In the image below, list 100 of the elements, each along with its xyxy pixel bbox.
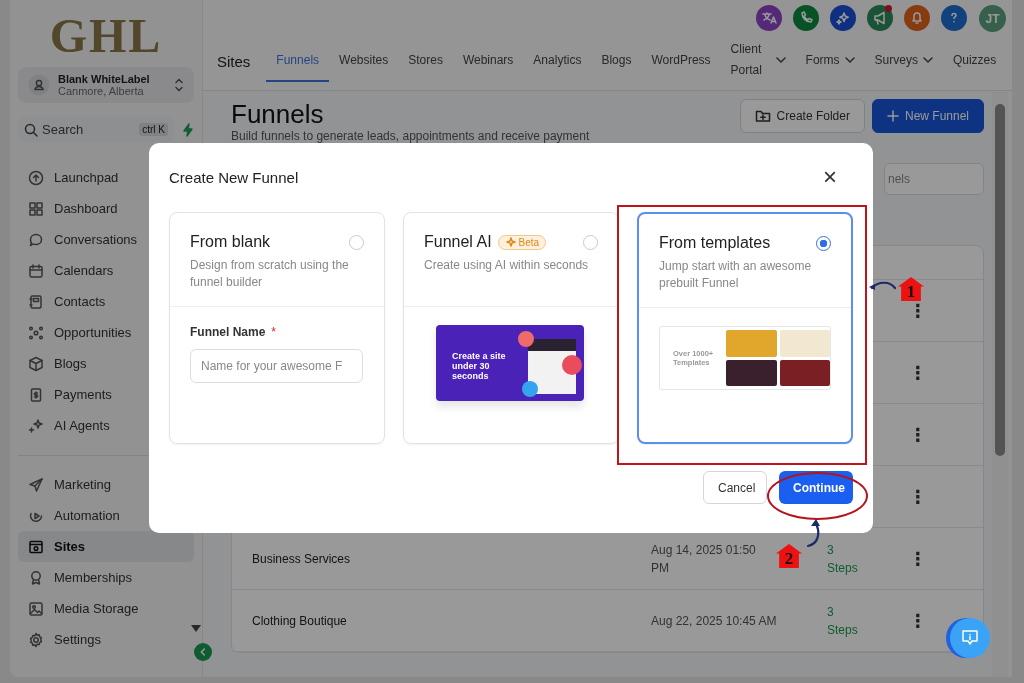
required-mark: *	[271, 325, 277, 339]
beta-badge: Beta	[497, 234, 547, 250]
row-menu-button[interactable]: ⋮	[907, 486, 929, 507]
search-field[interactable]: nels	[884, 163, 984, 195]
chevron-down-icon	[922, 57, 933, 63]
row-menu-button[interactable]: ⋮	[907, 362, 929, 383]
close-button[interactable]: ×	[823, 167, 837, 187]
nav-tab[interactable]: Stores	[398, 40, 453, 82]
row-menu-button[interactable]: ⋮	[907, 424, 929, 445]
contact-card-icon	[28, 293, 44, 310]
round-app-icon	[522, 381, 538, 397]
sparkle-icon[interactable]	[830, 5, 856, 31]
section-title: Sites	[217, 52, 251, 70]
row-menu-button[interactable]: ⋮	[907, 548, 929, 569]
sparkle-icon	[504, 236, 516, 248]
plus-icon	[886, 110, 899, 122]
rocket-icon	[28, 169, 44, 186]
option-description: Jump start with an awesome prebuilt Funnel	[659, 258, 813, 292]
radio-button[interactable]	[349, 234, 364, 250]
sidebar-item[interactable]: Settings	[18, 624, 194, 655]
funnel-name[interactable]: Business Services	[252, 551, 351, 566]
scrollbar[interactable]	[992, 92, 1008, 677]
nav-tab[interactable]: Funnels	[266, 40, 330, 82]
triangle-down-icon	[190, 624, 202, 633]
nav-tab[interactable]: Surveys	[864, 40, 943, 82]
search-placeholder: Search	[42, 122, 85, 137]
radio-button[interactable]	[816, 235, 831, 251]
chevron-down-icon	[844, 57, 855, 63]
megaphone-icon[interactable]	[867, 5, 893, 31]
continue-button[interactable]: Continue	[779, 471, 853, 504]
option-card[interactable]: Funnel AI Beta Create using AI within seconds Create a site under 30 seconds	[403, 212, 619, 444]
chevron-down-icon	[775, 57, 786, 63]
send-icon	[28, 476, 44, 493]
nav-tab[interactable]: Webinars	[452, 40, 524, 82]
sidebar-item[interactable]: Marketing	[18, 469, 194, 500]
step-count: 3 Steps	[827, 541, 859, 577]
radio-button[interactable]	[583, 234, 598, 250]
nav-tab[interactable]: Websites	[329, 40, 399, 82]
option-title: From templates	[659, 234, 771, 252]
option-description: Create using AI within seconds	[424, 257, 590, 274]
step-count: 3 Steps	[827, 603, 859, 639]
nav-tab[interactable]: Quizzes	[942, 40, 1007, 82]
grid-icon	[28, 200, 44, 217]
create-folder-button[interactable]: Create Folder	[739, 99, 865, 133]
phone-icon[interactable]	[793, 5, 819, 31]
new-funnel-button[interactable]: New Funnel	[871, 99, 984, 133]
account-location: Canmore, Alberta	[58, 85, 145, 97]
funnel-name-field[interactable]: Name for your awesome F	[190, 349, 363, 383]
calendar-icon	[28, 262, 44, 279]
receipt-icon	[28, 386, 44, 403]
nav-tab[interactable]: Analytics	[523, 40, 592, 82]
row-menu-button[interactable]: ⋮	[907, 610, 929, 631]
row-menu-button[interactable]: ⋮	[907, 300, 929, 321]
updated-date: Aug 14, 2025 01:50 PM	[651, 542, 756, 575]
chat-bubble-icon	[28, 231, 44, 248]
field-label: Funnel Name	[190, 325, 266, 339]
round-app-icon	[518, 331, 534, 347]
sparkle-icon	[28, 417, 44, 434]
lightning-icon	[182, 122, 194, 137]
nav-tab[interactable]: Blogs	[591, 40, 642, 82]
search-field[interactable]: Search ctrl K	[18, 117, 174, 142]
image-icon	[28, 600, 44, 617]
template-thumbnail	[779, 330, 830, 357]
nav-tab[interactable]: Client Portal	[720, 40, 796, 82]
page-subtitle: Build funnels to generate leads, appointments and receive payment	[231, 129, 590, 143]
option-title: From blank	[190, 233, 271, 251]
scrollbar-thumb[interactable]	[995, 104, 1005, 456]
folder-plus-icon	[754, 109, 771, 123]
cancel-button[interactable]: Cancel	[703, 471, 767, 504]
chat-info-icon	[960, 628, 980, 648]
bell-icon[interactable]	[904, 5, 930, 31]
award-icon	[28, 569, 44, 586]
sidebar-item[interactable]: Media Storage	[18, 593, 194, 624]
promo-text: Create a site under 30 seconds	[452, 351, 507, 381]
translate-icon[interactable]	[756, 5, 782, 31]
shortcut-hint: ctrl K	[139, 123, 168, 136]
settings-icon	[28, 631, 44, 648]
account-switcher[interactable]: Blank WhiteLabel Canmore, Alberta	[18, 67, 194, 103]
sidebar-item[interactable]: Memberships	[18, 562, 194, 593]
page-title: Funnels	[231, 99, 325, 129]
sidebar-item[interactable]: Automation	[18, 500, 194, 531]
updated-date: Aug 22, 2025 10:45 AM	[651, 613, 777, 628]
logo: GHL	[48, 8, 164, 64]
nav-tab[interactable]: WordPress	[641, 40, 721, 82]
user-icon	[28, 74, 50, 96]
help-icon[interactable]	[941, 5, 967, 31]
round-app-icon	[562, 355, 582, 375]
option-card[interactable]: From blank Design from scratch using the funnel builder Funnel Name * Name for your awesome F	[169, 212, 385, 444]
nav-tab[interactable]: Forms	[795, 40, 865, 82]
option-title: Funnel AI	[424, 233, 492, 251]
template-thumbnail	[779, 359, 830, 386]
chevron-up-down-icon	[174, 77, 184, 93]
browser-icon	[28, 538, 44, 555]
cube-icon	[28, 355, 44, 372]
account-name: Blank WhiteLabel	[58, 73, 151, 85]
funnel-name[interactable]: Clothing Boutique	[252, 613, 347, 628]
template-thumbnail	[726, 359, 777, 386]
sidebar-item[interactable]: Sites	[18, 531, 194, 562]
curved-arrow	[868, 279, 898, 293]
dialog-title: Create New Funnel	[169, 168, 299, 186]
